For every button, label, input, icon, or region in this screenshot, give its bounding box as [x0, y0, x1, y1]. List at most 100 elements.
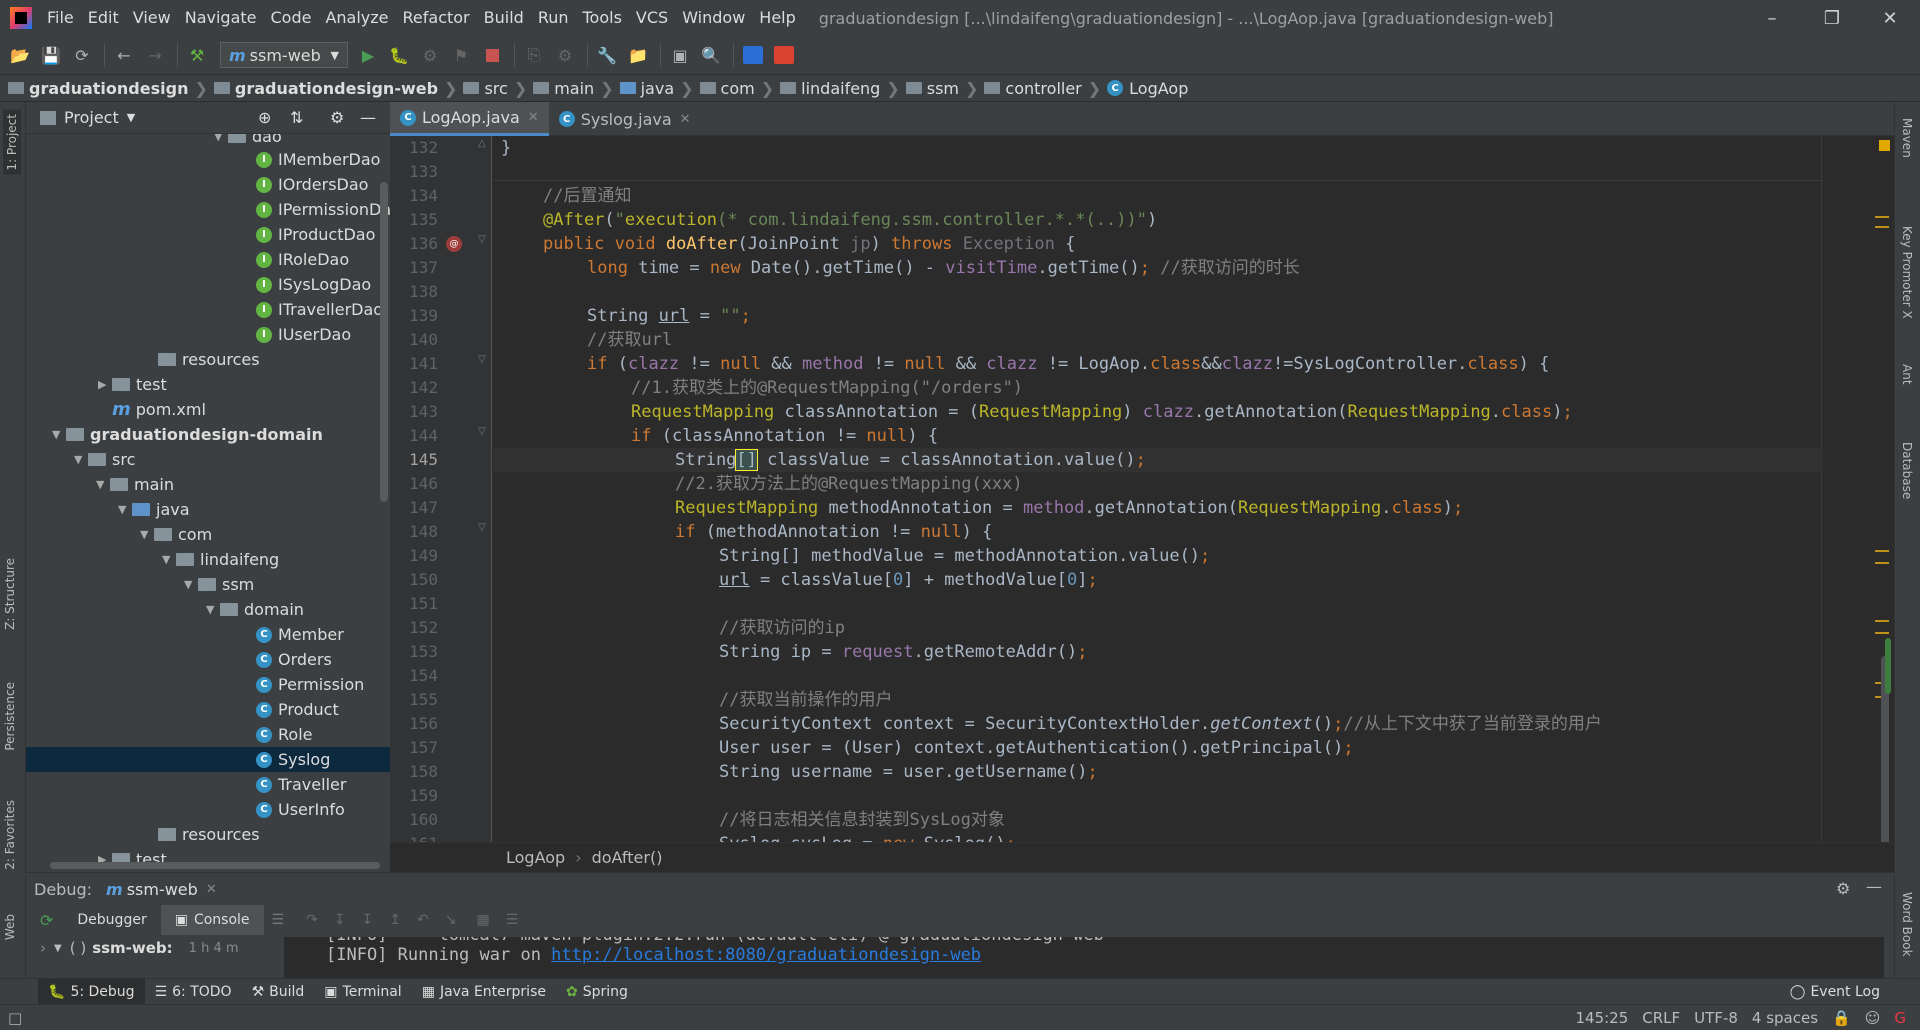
caret-position[interactable]: 145:25 [1576, 1009, 1629, 1027]
crumb-logaop[interactable]: C LogAop [1107, 79, 1188, 98]
restore-button[interactable]: ❐ [1804, 0, 1860, 36]
locate-icon[interactable]: ⊕ [258, 108, 271, 127]
tool-tab-structure[interactable]: Z: Structure [3, 558, 17, 630]
tool-tab-persistence[interactable]: Persistence [3, 682, 17, 751]
translate-icon[interactable] [739, 41, 767, 69]
close-tab-icon[interactable]: ✕ [680, 112, 691, 127]
collapse-all-icon[interactable]: ⇅ [290, 108, 303, 127]
crumb-main[interactable]: main ❯ [533, 79, 614, 98]
panel-toggle-icon[interactable]: □ [8, 1009, 22, 1027]
tree-scrollbar[interactable] [380, 182, 388, 502]
sync-icon[interactable]: ⟳ [68, 41, 96, 69]
tool-tab-project[interactable]: 1: Project [3, 110, 21, 175]
tree-node-permission[interactable]: C Permission [256, 672, 364, 697]
file-encoding[interactable]: UTF-8 [1694, 1009, 1738, 1027]
office-icon[interactable] [770, 41, 798, 69]
tree-node-domain-module[interactable]: ▼ graduationdesign-domain [52, 422, 323, 447]
tool-tab-spring[interactable]: ✿ Spring [556, 979, 638, 1005]
tree-node-resources-2[interactable]: resources [144, 822, 260, 847]
crumb-project[interactable]: graduationdesign ❯ [8, 79, 208, 98]
crumb-controller[interactable]: controller ❯ [984, 79, 1101, 98]
fold-icon[interactable]: ▽ [478, 234, 486, 245]
run-icon[interactable]: ▶ [354, 41, 382, 69]
force-step-into-icon[interactable]: ↧ [362, 912, 374, 928]
tree-hscrollbar[interactable] [50, 862, 380, 869]
tree-node-product[interactable]: C Product [256, 697, 339, 722]
tree-node-src[interactable]: ▼ src [74, 447, 135, 472]
terminal-icon[interactable]: ▣ [666, 41, 694, 69]
tool-tab-terminal[interactable]: ▣ Terminal [314, 979, 411, 1005]
crumb-src[interactable]: src ❯ [463, 79, 527, 98]
menu-window[interactable]: Window [675, 0, 752, 36]
fold-icon[interactable]: ▽ [478, 426, 486, 437]
tree-node-java[interactable]: ▼ java [118, 497, 190, 522]
fold-icon[interactable]: △ [478, 138, 486, 149]
crumb-module[interactable]: graduationdesign-web ❯ [213, 79, 457, 98]
tool-tab-key-promoter[interactable]: Key Promoter X [1900, 226, 1914, 319]
step-out-icon[interactable]: ↥ [389, 912, 401, 928]
vcs-icon[interactable]: ⎘ [520, 41, 548, 69]
breadcrumb-class[interactable]: LogAop [506, 848, 565, 867]
settings-wrench-icon[interactable]: 🔧 [593, 41, 621, 69]
minimize-button[interactable]: – [1744, 0, 1800, 36]
breadcrumb-method[interactable]: doAfter() [592, 848, 663, 867]
tool-tab-debug[interactable]: 🐛 5: Debug [38, 978, 145, 1005]
menu-run[interactable]: Run [531, 0, 576, 36]
tree-node-main[interactable]: ▼ main [96, 472, 174, 497]
tool-tab-java-enterprise[interactable]: ▦ Java Enterprise [412, 979, 556, 1005]
back-icon[interactable]: ← [110, 41, 138, 69]
inspector-icon[interactable]: ☺ [1865, 1009, 1881, 1027]
tool-tab-favorites[interactable]: 2: Favorites [3, 800, 17, 870]
drop-frame-icon[interactable]: ↶ [417, 912, 429, 928]
chevron-down-icon[interactable]: ▼ [54, 943, 62, 954]
stop-icon[interactable] [478, 41, 506, 69]
tab-syslog[interactable]: C Syslog.java ✕ [549, 102, 701, 136]
tool-tab-web[interactable]: Web [3, 914, 17, 940]
search-icon[interactable]: 🔍 [697, 41, 725, 69]
coverage-icon[interactable]: ⚙ [416, 41, 444, 69]
tool-tab-maven[interactable]: Maven [1900, 118, 1914, 158]
tool-tab-todo[interactable]: ☰ 6: TODO [145, 979, 242, 1005]
console-output[interactable]: [INFO] --- tomcat7-maven-plugin:2.2:run … [284, 937, 1884, 979]
debug-icon[interactable]: 🐛 [385, 41, 413, 69]
menu-navigate[interactable]: Navigate [178, 0, 264, 36]
editor-scroll-markers[interactable] [1823, 136, 1894, 896]
menu-view[interactable]: View [126, 0, 178, 36]
tree-node-resources[interactable]: resources [144, 347, 260, 372]
menu-refactor[interactable]: Refactor [396, 0, 477, 36]
menu-help[interactable]: Help [752, 0, 802, 36]
event-log-button[interactable]: ◯ Event Log [1780, 979, 1890, 1005]
save-icon[interactable]: 💾 [37, 41, 65, 69]
tool-tab-database[interactable]: Database [1900, 442, 1914, 499]
chevron-down-icon[interactable]: ▼ [127, 111, 135, 124]
rerun-icon[interactable]: ⟳ [40, 911, 53, 930]
project-structure-icon[interactable]: 📁 [624, 41, 652, 69]
debug-session-tab[interactable]: ssm-web [127, 880, 198, 899]
tree-node-test[interactable]: ▶ test [98, 372, 167, 397]
menu-code[interactable]: Code [264, 0, 319, 36]
close-window-button[interactable]: ✕ [1862, 0, 1918, 36]
trace-icon[interactable]: ☰ [506, 912, 519, 928]
hide-panel-icon[interactable]: — [360, 108, 376, 127]
open-folder-icon[interactable]: 📂 [6, 41, 34, 69]
tree-node-traveller[interactable]: C Traveller [256, 772, 346, 797]
tree-node-domain[interactable]: ▼ domain [206, 597, 304, 622]
expand-icon[interactable]: › [40, 939, 46, 957]
menu-vcs[interactable]: VCS [629, 0, 675, 36]
thread-name[interactable]: ssm-web: [92, 939, 172, 957]
step-into-icon[interactable]: ↧ [334, 912, 346, 928]
build-hammer-icon[interactable]: ⚒ [183, 41, 211, 69]
tree-node-iuserdao[interactable]: I IUserDao [256, 322, 351, 347]
tree-node-syslog[interactable]: C Syslog [26, 747, 390, 772]
tool-tab-ant[interactable]: Ant [1900, 364, 1914, 385]
tree-node-com[interactable]: ▼ com [140, 522, 212, 547]
code-editor[interactable]: } //后置通知 @After("execution(* com.lindaif… [493, 136, 1823, 842]
line-separator[interactable]: CRLF [1642, 1009, 1680, 1027]
gear-icon[interactable]: ⚙ [1836, 879, 1850, 898]
tree-node-userinfo[interactable]: C UserInfo [256, 797, 345, 822]
menu-analyze[interactable]: Analyze [318, 0, 395, 36]
tool-tab-build[interactable]: ⚒ Build [242, 979, 315, 1005]
menu-edit[interactable]: Edit [81, 0, 126, 36]
tree-node-iproductdao[interactable]: I IProductDao [256, 222, 375, 247]
menu-tools[interactable]: Tools [576, 0, 629, 36]
